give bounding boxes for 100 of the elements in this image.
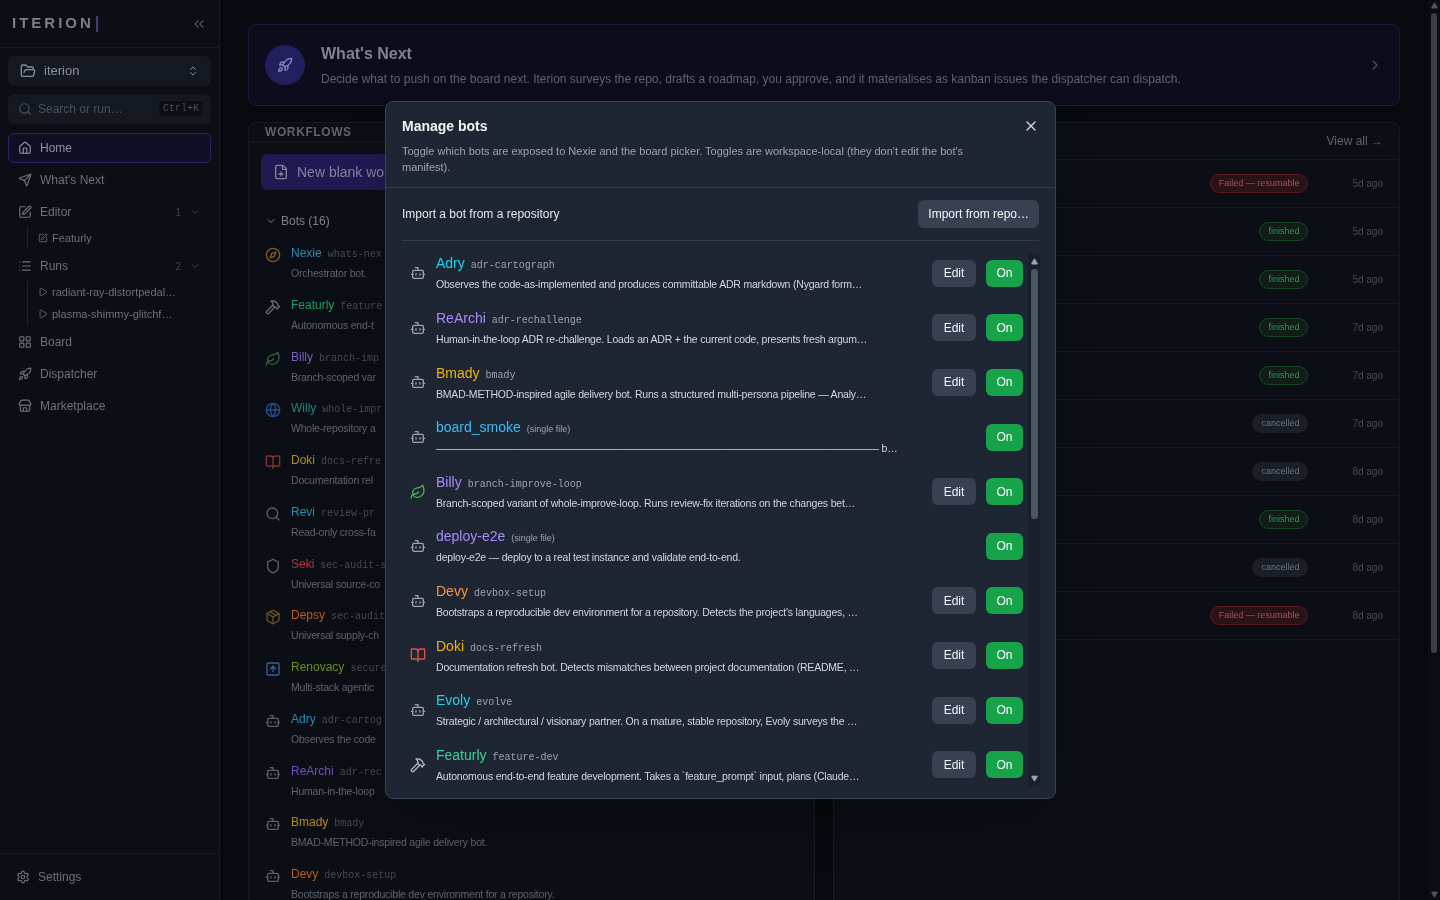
run-time: 5d ago: [1352, 273, 1383, 287]
bot-name: Revi: [291, 503, 315, 521]
list-scrollbar[interactable]: [1028, 254, 1040, 786]
bot-slug: adr-cartog: [321, 713, 382, 728]
nav-subitem[interactable]: radiant-ray-distortpedal…: [38, 281, 211, 303]
bot-description: Autonomous end-to-end feature development. Takes a `feature_prompt` input, plans (Claude…: [436, 768, 861, 784]
bot-slug: adr-rec: [339, 765, 382, 780]
status-badge: finished: [1259, 365, 1309, 386]
bot-slug: review-pr: [321, 506, 376, 521]
compass-icon: [265, 247, 281, 263]
bot-name: Devy: [436, 582, 468, 601]
edit-button[interactable]: Edit: [932, 259, 976, 287]
bot-description: Documentation rel: [291, 473, 374, 488]
bot-name: Featurly: [291, 296, 335, 314]
bot-slug: branch-improve-loop: [467, 477, 582, 492]
scroll-down-icon[interactable]: [1030, 775, 1038, 782]
bot-slug: devbox-setup: [324, 869, 397, 883]
robot-icon: [265, 868, 281, 884]
edit-button[interactable]: Edit: [932, 696, 976, 724]
nav-item[interactable]: Marketplace: [8, 391, 211, 421]
shortcut-hint: Ctrl+K: [159, 101, 203, 116]
bot-slug: docs-refresh: [470, 641, 543, 656]
magnifier-icon: [265, 505, 281, 522]
nav-item[interactable]: Board: [8, 327, 211, 357]
workspace-selector[interactable]: iterion: [8, 56, 211, 86]
bot-name: Bmady: [291, 814, 329, 832]
nav-item[interactable]: Dispatcher: [8, 359, 211, 389]
nav-item[interactable]: Home: [8, 133, 211, 163]
whats-next-banner[interactable]: What's Next Decide what to push on the board next. Iterion surveys the repo, drafts a roadmap, you approve, and it materialises as kanban issues the dispatcher can dispatch.: [248, 24, 1400, 106]
status-badge: Failed — resumable: [1209, 173, 1309, 194]
bot-name: Adry: [291, 710, 316, 728]
nav-item[interactable]: Runs 2: [8, 251, 211, 281]
toggle-button[interactable]: On: [986, 532, 1023, 560]
robot-icon: [410, 592, 426, 609]
bot-slug: feature: [340, 299, 383, 314]
toggle-button[interactable]: On: [986, 314, 1023, 342]
view-all-link[interactable]: View all →: [1326, 132, 1383, 150]
bot-name: Renovacy: [291, 659, 345, 676]
edit-button[interactable]: Edit: [932, 478, 976, 506]
toggle-button[interactable]: On: [986, 696, 1023, 724]
run-time: 7d ago: [1352, 417, 1383, 431]
rocket-icon: [18, 367, 32, 381]
bot-description: deploy-e2e — deploy to a real test instance and validate end-to-end.: [436, 550, 742, 566]
bot-name: Featurly: [436, 745, 487, 765]
bot-tag: (single file): [526, 423, 571, 437]
nav-subitem[interactable]: plasma-shimmy-glitchf…: [38, 303, 211, 325]
bot-description: Orchestrator bot.: [291, 266, 368, 281]
bot-description: BMAD-METHOD-inspired agile delivery bot.: [291, 835, 488, 851]
run-time: 8d ago: [1352, 561, 1383, 575]
bot-description: Bootstraps a reproducible dev environment for a repository.: [291, 887, 555, 900]
group-label[interactable]: Bots (16): [281, 212, 330, 230]
bot-name: Doki: [436, 636, 464, 656]
send-icon: [18, 173, 32, 187]
robot-icon: [410, 538, 426, 555]
robot-icon: [410, 429, 426, 446]
bot-description: Universal source-co: [291, 576, 381, 592]
edit-button[interactable]: Edit: [932, 587, 976, 615]
bot-name: Doki: [291, 452, 315, 469]
nav-subitem[interactable]: Featurly: [38, 227, 211, 249]
play-icon: [38, 309, 48, 319]
toggle-button[interactable]: On: [986, 641, 1023, 669]
nav-item[interactable]: What's Next: [8, 165, 211, 195]
shield-icon: [265, 557, 281, 574]
bot-description: Documentation refresh bot. Detects mismatches between project documentation (README, …: [436, 659, 861, 675]
rocket-icon: [277, 57, 293, 73]
toggle-button[interactable]: On: [986, 259, 1023, 287]
bot-description: Strategic / architectural / visionary partner. On a mature, stable repository, Evoly surveys the …: [436, 714, 859, 730]
nav-item[interactable]: Editor 1: [8, 197, 211, 227]
bot-slug: bmady: [485, 368, 516, 383]
robot-icon: [265, 712, 281, 729]
banner-title: What's Next: [321, 44, 413, 64]
edit-button[interactable]: Edit: [932, 369, 976, 396]
edit-button[interactable]: Edit: [932, 314, 976, 342]
bot-name: Billy: [436, 472, 462, 492]
settings-button[interactable]: Settings: [16, 868, 82, 886]
count: 1: [175, 205, 181, 220]
bot-slug: evolve: [476, 696, 513, 711]
scroll-up-icon[interactable]: [1030, 258, 1038, 265]
bot-description: Observes the code: [291, 731, 377, 747]
status-badge: finished: [1259, 317, 1309, 338]
panel-title: WORKFLOWS: [265, 124, 352, 141]
bot-name: Willy: [291, 400, 317, 418]
toggle-button[interactable]: On: [986, 423, 1023, 451]
run-time: 8d ago: [1352, 609, 1383, 623]
toggle-button[interactable]: On: [986, 478, 1023, 506]
edit-button[interactable]: Edit: [932, 751, 976, 779]
toggle-button[interactable]: On: [986, 751, 1023, 779]
robot-icon: [265, 816, 281, 833]
toggle-button[interactable]: On: [986, 587, 1023, 615]
bot-description: Branch-scoped var: [291, 369, 377, 385]
import-button[interactable]: Import from repo…: [918, 200, 1039, 228]
status-badge: cancelled: [1252, 461, 1309, 482]
edit-button[interactable]: Edit: [932, 641, 976, 669]
run-time: 8d ago: [1352, 465, 1383, 479]
books-icon: [265, 454, 281, 470]
leaf-icon: [410, 483, 426, 500]
logo: ITERION: [12, 13, 94, 34]
bot-name: Evoly: [436, 691, 471, 711]
toggle-button[interactable]: On: [986, 369, 1023, 396]
robot-icon: [410, 319, 426, 336]
